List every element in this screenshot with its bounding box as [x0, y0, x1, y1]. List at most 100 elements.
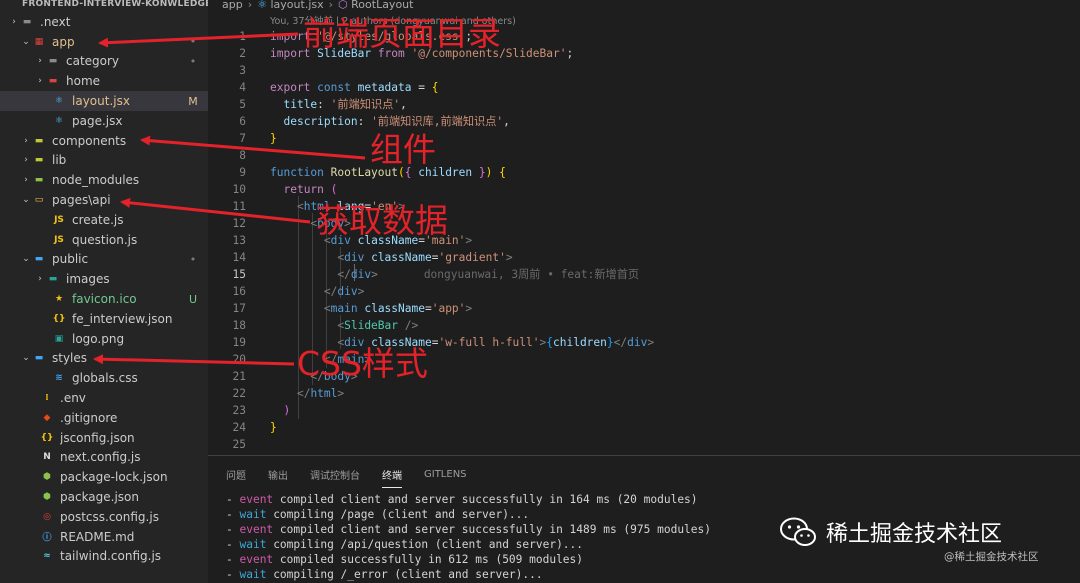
chevron-right-icon[interactable]: › [20, 155, 32, 165]
react-icon: ⚛ [257, 0, 267, 11]
tree-item[interactable]: ⌄ ▬ public • [0, 250, 208, 270]
inline-git-blame[interactable]: dongyuanwai, 3周前 • feat:新增首页 [424, 268, 639, 281]
line-number: 23 [232, 404, 246, 417]
tab-gitlens[interactable]: GITLENS [424, 463, 467, 486]
tree-item[interactable]: › ▬ category • [0, 52, 208, 72]
git-status-badge: M [188, 94, 198, 108]
tree-item[interactable]: ⌄ ▭ pages\api [0, 190, 208, 210]
tree-item-label: components [52, 133, 127, 148]
line-number: 25 [232, 438, 246, 451]
terminal-text: compiling /_error (client and server)... [273, 568, 543, 581]
panel-tabs: 问题 输出 调试控制台 终端 GITLENS [208, 456, 1080, 492]
chevron-right-icon: › [247, 0, 253, 11]
tree-item[interactable]: ▣ logo.png [0, 329, 208, 349]
explorer-title: FRONTEND-INTERVIEW-KONWLEDGE [22, 0, 208, 9]
line-number: 7 [239, 132, 246, 145]
terminal-kind: event [239, 553, 274, 566]
tree-item[interactable]: › ▬ lib [0, 151, 208, 171]
terminal-line: - event compiled client and server succe… [226, 522, 711, 537]
tree-item[interactable]: ⚛ page.jsx [0, 111, 208, 131]
chevron-right-icon[interactable]: › [34, 76, 46, 86]
chevron-down-icon[interactable]: ⌄ [20, 37, 32, 47]
breadcrumb-app[interactable]: app [222, 0, 243, 11]
tab-terminal[interactable]: 终端 [382, 461, 402, 488]
terminal-text: compiled client and server successfully … [279, 493, 698, 506]
tree-item[interactable]: › ▬ components [0, 131, 208, 151]
tree-item[interactable]: › ▬ home [0, 71, 208, 91]
next-icon: N [43, 452, 51, 463]
tree-item-label: layout.jsx [72, 94, 130, 109]
code-line: 25 [208, 436, 1080, 453]
terminal-line: - wait compiling /_error (client and ser… [226, 567, 543, 582]
chevron-right-icon[interactable]: › [8, 17, 20, 27]
terminal-dash: - [226, 538, 240, 551]
tree-item-label: jsconfig.json [60, 430, 135, 445]
line-number: 18 [232, 319, 246, 332]
tree-item[interactable]: ◎ postcss.config.js [0, 507, 208, 527]
line-number: 6 [239, 115, 246, 128]
tree-item[interactable]: ⓘ README.md [0, 527, 208, 547]
breadcrumb-symbol[interactable]: RootLayout [351, 0, 413, 11]
tree-item-label: pages\api [52, 193, 111, 208]
line-number: 5 [239, 98, 246, 111]
line-number: 19 [232, 336, 246, 349]
tab-debug-console[interactable]: 调试控制台 [310, 461, 360, 488]
chevron-right-icon: › [328, 0, 334, 11]
line-number: 21 [232, 370, 246, 383]
tree-item[interactable]: JS question.js [0, 230, 208, 250]
tab-problems[interactable]: 问题 [226, 461, 246, 488]
tree-item[interactable]: ⚛ layout.jsx M [0, 91, 208, 111]
star-icon: ★ [54, 294, 64, 305]
tree-item[interactable]: ⬢ package.json [0, 487, 208, 507]
tree-item[interactable]: ◆ .gitignore [0, 408, 208, 428]
tree-item[interactable]: ⬢ package-lock.json [0, 467, 208, 487]
line-number: 16 [232, 285, 246, 298]
line-number: 17 [232, 302, 246, 315]
tree-item-label: globals.css [72, 371, 138, 386]
tree-item-label: README.md [60, 529, 135, 544]
tree-item[interactable]: › ▬ .next [0, 12, 208, 32]
folder-styles-icon: ▬ [34, 353, 44, 364]
breadcrumb-file[interactable]: layout.jsx [271, 0, 324, 11]
chevron-down-icon[interactable]: ⌄ [20, 353, 32, 363]
annotation-pages-dir: 前端页面目录 [303, 14, 501, 53]
chevron-right-icon[interactable]: › [20, 136, 32, 146]
terminal-dash: - [226, 553, 240, 566]
terminal-text: compiling /api/question (client and serv… [273, 538, 584, 551]
tree-item-label: node_modules [52, 173, 140, 188]
npm-icon: ⬢ [43, 492, 51, 503]
tree-item[interactable]: ≈ tailwind.config.js [0, 547, 208, 567]
tree-item-label: next.config.js [60, 450, 141, 465]
chevron-right-icon[interactable]: › [34, 274, 46, 284]
chevron-down-icon[interactable]: ⌄ [20, 254, 32, 264]
terminal-dash: - [226, 508, 240, 521]
folder-public-icon: ▬ [34, 254, 44, 265]
tree-item[interactable]: › ▬ node_modules [0, 170, 208, 190]
tree-item[interactable]: ≋ globals.css [0, 368, 208, 388]
tree-item[interactable]: › ▬ images [0, 269, 208, 289]
terminal-kind: wait [239, 508, 267, 521]
watermark-title: 稀土掘金技术社区 [826, 522, 1003, 547]
css-file-icon: ≋ [55, 373, 63, 384]
chevron-down-icon[interactable]: ⌄ [20, 195, 32, 205]
code-line: 16 </div> [208, 283, 1080, 300]
tree-item[interactable]: ⌄ ▦ app • [0, 32, 208, 52]
tailwind-icon: ≈ [43, 551, 51, 562]
line-number: 11 [232, 200, 246, 213]
tree-item[interactable]: JS create.js [0, 210, 208, 230]
tree-item[interactable]: ★ favicon.ico U [0, 289, 208, 309]
tree-item-label: page.jsx [72, 113, 123, 128]
chevron-right-icon[interactable]: › [20, 175, 32, 185]
terminal-dash: - [226, 493, 240, 506]
tab-output[interactable]: 输出 [268, 461, 288, 488]
tree-item[interactable]: {} jsconfig.json [0, 428, 208, 448]
tree-item[interactable]: {} fe_interview.json [0, 309, 208, 329]
code-line: 23 ) [208, 402, 1080, 419]
tree-item-label: category [66, 54, 120, 69]
code-line: 17 <main className='app'> [208, 300, 1080, 317]
tree-item[interactable]: Nnext.config.js [0, 448, 208, 468]
tree-item-label: tailwind.config.js [60, 549, 162, 564]
tree-item[interactable]: ⌄ ▬ styles [0, 349, 208, 369]
chevron-right-icon[interactable]: › [34, 56, 46, 66]
tree-item[interactable]: ⁞ .env [0, 388, 208, 408]
